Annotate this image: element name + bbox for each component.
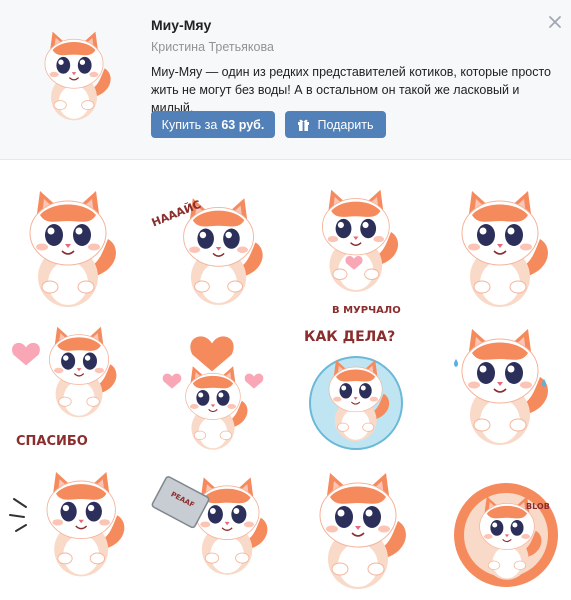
sticker-caption: КАК ДЕЛА?	[304, 329, 395, 345]
gift-button[interactable]: Подарить	[285, 111, 386, 138]
sticker-v-murchalo[interactable]: В МУРЧАЛО	[290, 181, 426, 317]
buy-button[interactable]: Купить за 63 руб.	[151, 111, 275, 138]
sticker-hearts-cat[interactable]	[142, 319, 278, 455]
sticker-happy-cat[interactable]	[0, 181, 136, 317]
pack-author[interactable]: Кристина Третьякова	[151, 40, 274, 54]
sticker-crying-cat[interactable]	[432, 319, 568, 455]
sticker-caption: В МУРЧАЛО	[332, 305, 401, 316]
close-icon[interactable]	[547, 14, 563, 30]
sticker-grid: НАААЙС В МУРЧАЛО СПАСИБО КАК ДЕЛА? PEAAF…	[0, 161, 571, 600]
buy-button-price: 63 руб.	[221, 117, 265, 132]
sticker-spasibo[interactable]: СПАСИБО	[0, 319, 136, 455]
sticker-laptop-cat[interactable]: PEAAF	[142, 463, 278, 599]
sticker-surprised-cat[interactable]	[0, 463, 136, 599]
pack-thumbnail	[22, 14, 126, 138]
buy-button-label: Купить за	[161, 117, 218, 132]
sticker-shrug-cat[interactable]	[290, 463, 426, 599]
sticker-caption: BLOB	[526, 502, 550, 511]
sticker-caption: СПАСИБО	[16, 434, 88, 449]
gift-icon	[298, 119, 310, 131]
gift-button-label: Подарить	[317, 117, 374, 132]
sticker-smug-cat[interactable]	[432, 181, 568, 317]
sticker-kak-dela[interactable]: КАК ДЕЛА?	[290, 319, 426, 455]
sticker-blob-cat[interactable]: BLOB	[432, 463, 568, 599]
pack-title: Миу-Мяу	[151, 17, 212, 33]
pack-description: Миу-Мяу — один из редких представителей …	[151, 65, 552, 115]
sticker-haaais[interactable]: НАААЙС	[142, 181, 278, 317]
sticker-pack-header: Миу-Мяу Кристина Третьякова Миу-Мяу — од…	[0, 0, 571, 160]
